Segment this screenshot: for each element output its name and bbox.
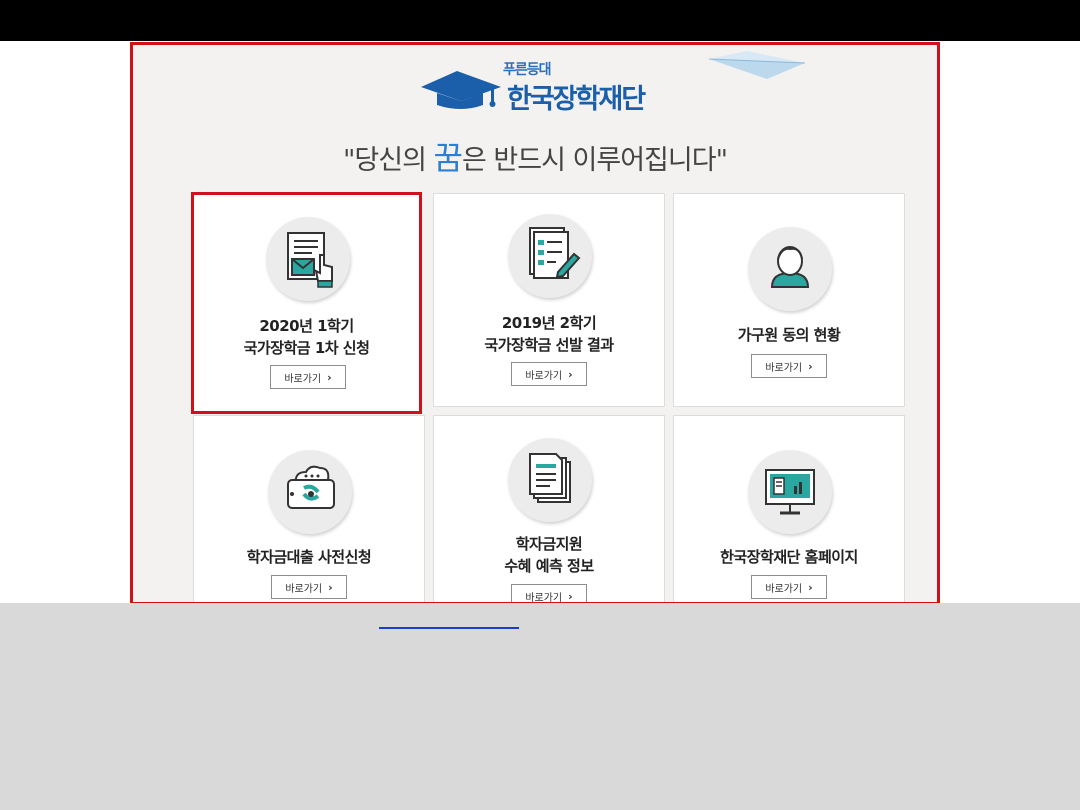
chevron-right-icon: › [568, 367, 573, 381]
card-icon-circle [266, 217, 350, 301]
go-button[interactable]: 바로가기 › [511, 584, 587, 603]
document-mail-hand-icon [287, 232, 333, 288]
card-title-line1: 2020년 1학기 [259, 317, 354, 335]
card-household-consent[interactable]: 가구원 동의 현황 바로가기 › [673, 193, 905, 407]
card-icon-circle [748, 227, 832, 311]
logo-subtitle: 푸른등대 [503, 62, 552, 78]
card-title-line1: 한국장학재단 홈페이지 [720, 548, 858, 566]
kosaf-logo[interactable]: 푸른등대 한국장학재단 [417, 57, 667, 117]
card-benefit-forecast[interactable]: 학자금지원 수혜 예측 정보 바로가기 › [433, 415, 665, 603]
monitor-icon [765, 469, 815, 515]
stacked-papers-icon [529, 453, 571, 503]
go-button[interactable]: 바로가기 › [751, 575, 827, 599]
phone-cloud-icon [287, 465, 335, 509]
chevron-right-icon: › [568, 589, 573, 603]
document-list-pen-icon [529, 227, 581, 279]
card-title-line2: 수혜 예측 정보 [504, 557, 594, 575]
card-title-line1: 학자금대출 사전신청 [246, 548, 372, 566]
card-title-line2: 국가장학금 1차 신청 [243, 339, 370, 357]
card-icon-circle [508, 438, 592, 522]
logo-title: 한국장학재단 [507, 84, 646, 115]
scholarship-menu-frame: 푸른등대 한국장학재단 "당신의 꿈은 반드시 이루어집니다" 2020년 1학… [130, 42, 940, 605]
slide-notes-area [0, 603, 1080, 810]
person-icon [770, 246, 810, 288]
go-button[interactable]: 바로가기 › [270, 365, 346, 389]
go-button[interactable]: 바로가기 › [511, 362, 587, 386]
card-title-line1: 학자금지원 [515, 535, 583, 553]
chevron-right-icon: › [808, 580, 813, 594]
card-icon-circle [508, 214, 592, 298]
chevron-right-icon: › [327, 370, 332, 384]
graduation-cap-icon [421, 71, 501, 109]
card-title-line1: 가구원 동의 현황 [737, 326, 841, 344]
slogan-dream-word: 꿈 [433, 139, 463, 177]
chevron-right-icon: › [808, 359, 813, 373]
go-button[interactable]: 바로가기 › [751, 354, 827, 378]
card-title-line1: 2019년 2학기 [501, 314, 597, 332]
card-title-line2: 국가장학금 선발 결과 [484, 336, 614, 354]
top-black-bar [0, 0, 1080, 41]
slogan: "당신의 꿈은 반드시 이루어집니다" [343, 139, 728, 177]
go-button[interactable]: 바로가기 › [271, 575, 347, 599]
card-loan-preapplication[interactable]: 학자금대출 사전신청 바로가기 › [193, 415, 425, 602]
card-icon-circle [748, 450, 832, 534]
card-icon-circle [268, 450, 352, 534]
hyperlink-underline[interactable] [379, 627, 519, 629]
chevron-right-icon: › [328, 580, 333, 594]
paper-plane-icon [708, 51, 806, 79]
card-homepage[interactable]: 한국장학재단 홈페이지 바로가기 › [673, 415, 905, 602]
card-scholarship-application[interactable]: 2020년 1학기 국가장학금 1차 신청 바로가기 › [191, 192, 422, 414]
card-selection-results[interactable]: 2019년 2학기 국가장학금 선발 결과 바로가기 › [433, 193, 665, 407]
